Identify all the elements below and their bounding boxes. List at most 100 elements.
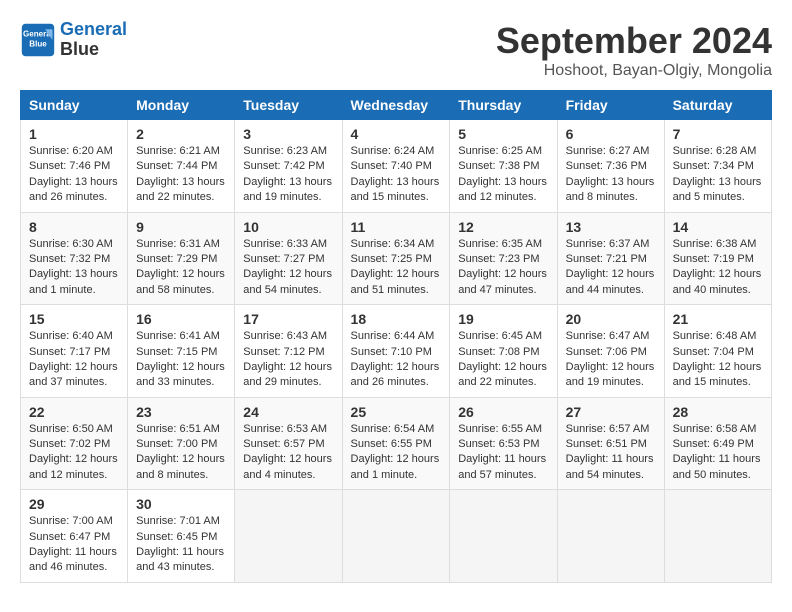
day-cell: 14 Sunrise: 6:38 AMSunset: 7:19 PMDaylig…	[664, 212, 771, 305]
col-wednesday: Wednesday	[342, 91, 450, 120]
day-number: 10	[243, 219, 333, 235]
col-sunday: Sunday	[21, 91, 128, 120]
week-row-5: 29 Sunrise: 7:00 AMSunset: 6:47 PMDaylig…	[21, 490, 772, 583]
week-row-4: 22 Sunrise: 6:50 AMSunset: 7:02 PMDaylig…	[21, 397, 772, 490]
day-number: 29	[29, 496, 119, 512]
day-cell: 18 Sunrise: 6:44 AMSunset: 7:10 PMDaylig…	[342, 305, 450, 398]
day-cell: 11 Sunrise: 6:34 AMSunset: 7:25 PMDaylig…	[342, 212, 450, 305]
col-thursday: Thursday	[450, 91, 557, 120]
day-cell: 27 Sunrise: 6:57 AMSunset: 6:51 PMDaylig…	[557, 397, 664, 490]
day-number: 1	[29, 126, 119, 142]
calendar-table: Sunday Monday Tuesday Wednesday Thursday…	[20, 90, 772, 583]
col-saturday: Saturday	[664, 91, 771, 120]
day-number: 13	[566, 219, 656, 235]
day-cell	[450, 490, 557, 583]
day-info: Sunrise: 6:23 AMSunset: 7:42 PMDaylight:…	[243, 144, 333, 206]
svg-text:Blue: Blue	[29, 39, 47, 48]
day-info: Sunrise: 6:55 AMSunset: 6:53 PMDaylight:…	[458, 422, 548, 484]
day-cell: 24 Sunrise: 6:53 AMSunset: 6:57 PMDaylig…	[235, 397, 342, 490]
day-number: 4	[351, 126, 442, 142]
day-info: Sunrise: 6:57 AMSunset: 6:51 PMDaylight:…	[566, 422, 656, 484]
day-cell: 26 Sunrise: 6:55 AMSunset: 6:53 PMDaylig…	[450, 397, 557, 490]
day-info: Sunrise: 6:41 AMSunset: 7:15 PMDaylight:…	[136, 329, 226, 391]
day-cell: 10 Sunrise: 6:33 AMSunset: 7:27 PMDaylig…	[235, 212, 342, 305]
day-number: 21	[673, 311, 763, 327]
day-info: Sunrise: 6:37 AMSunset: 7:21 PMDaylight:…	[566, 237, 656, 299]
day-number: 16	[136, 311, 226, 327]
day-info: Sunrise: 6:30 AMSunset: 7:32 PMDaylight:…	[29, 237, 119, 299]
day-info: Sunrise: 6:54 AMSunset: 6:55 PMDaylight:…	[351, 422, 442, 484]
header: General Blue General Blue September 2024…	[20, 20, 772, 80]
day-cell: 8 Sunrise: 6:30 AMSunset: 7:32 PMDayligh…	[21, 212, 128, 305]
col-friday: Friday	[557, 91, 664, 120]
day-cell: 19 Sunrise: 6:45 AMSunset: 7:08 PMDaylig…	[450, 305, 557, 398]
day-cell	[664, 490, 771, 583]
day-number: 17	[243, 311, 333, 327]
day-number: 14	[673, 219, 763, 235]
day-info: Sunrise: 6:53 AMSunset: 6:57 PMDaylight:…	[243, 422, 333, 484]
day-info: Sunrise: 6:43 AMSunset: 7:12 PMDaylight:…	[243, 329, 333, 391]
day-number: 26	[458, 404, 548, 420]
day-number: 24	[243, 404, 333, 420]
logo-text2: Blue	[60, 40, 127, 60]
day-info: Sunrise: 6:27 AMSunset: 7:36 PMDaylight:…	[566, 144, 656, 206]
day-cell: 2 Sunrise: 6:21 AMSunset: 7:44 PMDayligh…	[128, 120, 235, 213]
day-number: 28	[673, 404, 763, 420]
day-number: 18	[351, 311, 442, 327]
day-info: Sunrise: 6:38 AMSunset: 7:19 PMDaylight:…	[673, 237, 763, 299]
day-info: Sunrise: 6:47 AMSunset: 7:06 PMDaylight:…	[566, 329, 656, 391]
day-number: 30	[136, 496, 226, 512]
day-cell: 21 Sunrise: 6:48 AMSunset: 7:04 PMDaylig…	[664, 305, 771, 398]
day-cell: 25 Sunrise: 6:54 AMSunset: 6:55 PMDaylig…	[342, 397, 450, 490]
month-title: September 2024	[496, 20, 772, 62]
day-info: Sunrise: 6:50 AMSunset: 7:02 PMDaylight:…	[29, 422, 119, 484]
day-info: Sunrise: 6:24 AMSunset: 7:40 PMDaylight:…	[351, 144, 442, 206]
day-cell: 17 Sunrise: 6:43 AMSunset: 7:12 PMDaylig…	[235, 305, 342, 398]
logo: General Blue General Blue	[20, 20, 127, 60]
day-cell	[235, 490, 342, 583]
day-cell: 20 Sunrise: 6:47 AMSunset: 7:06 PMDaylig…	[557, 305, 664, 398]
logo-text: General	[60, 20, 127, 40]
day-info: Sunrise: 6:20 AMSunset: 7:46 PMDaylight:…	[29, 144, 119, 206]
day-info: Sunrise: 6:35 AMSunset: 7:23 PMDaylight:…	[458, 237, 548, 299]
logo-icon: General Blue	[20, 22, 56, 58]
day-cell: 23 Sunrise: 6:51 AMSunset: 7:00 PMDaylig…	[128, 397, 235, 490]
day-number: 12	[458, 219, 548, 235]
day-number: 5	[458, 126, 548, 142]
day-cell: 15 Sunrise: 6:40 AMSunset: 7:17 PMDaylig…	[21, 305, 128, 398]
day-info: Sunrise: 6:21 AMSunset: 7:44 PMDaylight:…	[136, 144, 226, 206]
calendar-header-row: Sunday Monday Tuesday Wednesday Thursday…	[21, 91, 772, 120]
day-number: 8	[29, 219, 119, 235]
day-cell: 6 Sunrise: 6:27 AMSunset: 7:36 PMDayligh…	[557, 120, 664, 213]
day-cell: 3 Sunrise: 6:23 AMSunset: 7:42 PMDayligh…	[235, 120, 342, 213]
day-cell: 16 Sunrise: 6:41 AMSunset: 7:15 PMDaylig…	[128, 305, 235, 398]
day-info: Sunrise: 6:31 AMSunset: 7:29 PMDaylight:…	[136, 237, 226, 299]
day-number: 19	[458, 311, 548, 327]
day-info: Sunrise: 6:45 AMSunset: 7:08 PMDaylight:…	[458, 329, 548, 391]
day-number: 27	[566, 404, 656, 420]
day-cell: 30 Sunrise: 7:01 AMSunset: 6:45 PMDaylig…	[128, 490, 235, 583]
day-number: 23	[136, 404, 226, 420]
day-number: 9	[136, 219, 226, 235]
week-row-1: 1 Sunrise: 6:20 AMSunset: 7:46 PMDayligh…	[21, 120, 772, 213]
day-number: 11	[351, 219, 442, 235]
week-row-2: 8 Sunrise: 6:30 AMSunset: 7:32 PMDayligh…	[21, 212, 772, 305]
day-number: 2	[136, 126, 226, 142]
col-tuesday: Tuesday	[235, 91, 342, 120]
day-cell: 9 Sunrise: 6:31 AMSunset: 7:29 PMDayligh…	[128, 212, 235, 305]
day-info: Sunrise: 6:33 AMSunset: 7:27 PMDaylight:…	[243, 237, 333, 299]
day-cell: 1 Sunrise: 6:20 AMSunset: 7:46 PMDayligh…	[21, 120, 128, 213]
day-cell: 13 Sunrise: 6:37 AMSunset: 7:21 PMDaylig…	[557, 212, 664, 305]
day-info: Sunrise: 7:00 AMSunset: 6:47 PMDaylight:…	[29, 514, 119, 576]
day-cell: 7 Sunrise: 6:28 AMSunset: 7:34 PMDayligh…	[664, 120, 771, 213]
day-info: Sunrise: 6:25 AMSunset: 7:38 PMDaylight:…	[458, 144, 548, 206]
day-info: Sunrise: 6:48 AMSunset: 7:04 PMDaylight:…	[673, 329, 763, 391]
day-cell: 4 Sunrise: 6:24 AMSunset: 7:40 PMDayligh…	[342, 120, 450, 213]
week-row-3: 15 Sunrise: 6:40 AMSunset: 7:17 PMDaylig…	[21, 305, 772, 398]
day-cell: 29 Sunrise: 7:00 AMSunset: 6:47 PMDaylig…	[21, 490, 128, 583]
col-monday: Monday	[128, 91, 235, 120]
day-cell: 5 Sunrise: 6:25 AMSunset: 7:38 PMDayligh…	[450, 120, 557, 213]
location-title: Hoshoot, Bayan-Olgiy, Mongolia	[496, 62, 772, 80]
day-info: Sunrise: 6:58 AMSunset: 6:49 PMDaylight:…	[673, 422, 763, 484]
day-number: 22	[29, 404, 119, 420]
